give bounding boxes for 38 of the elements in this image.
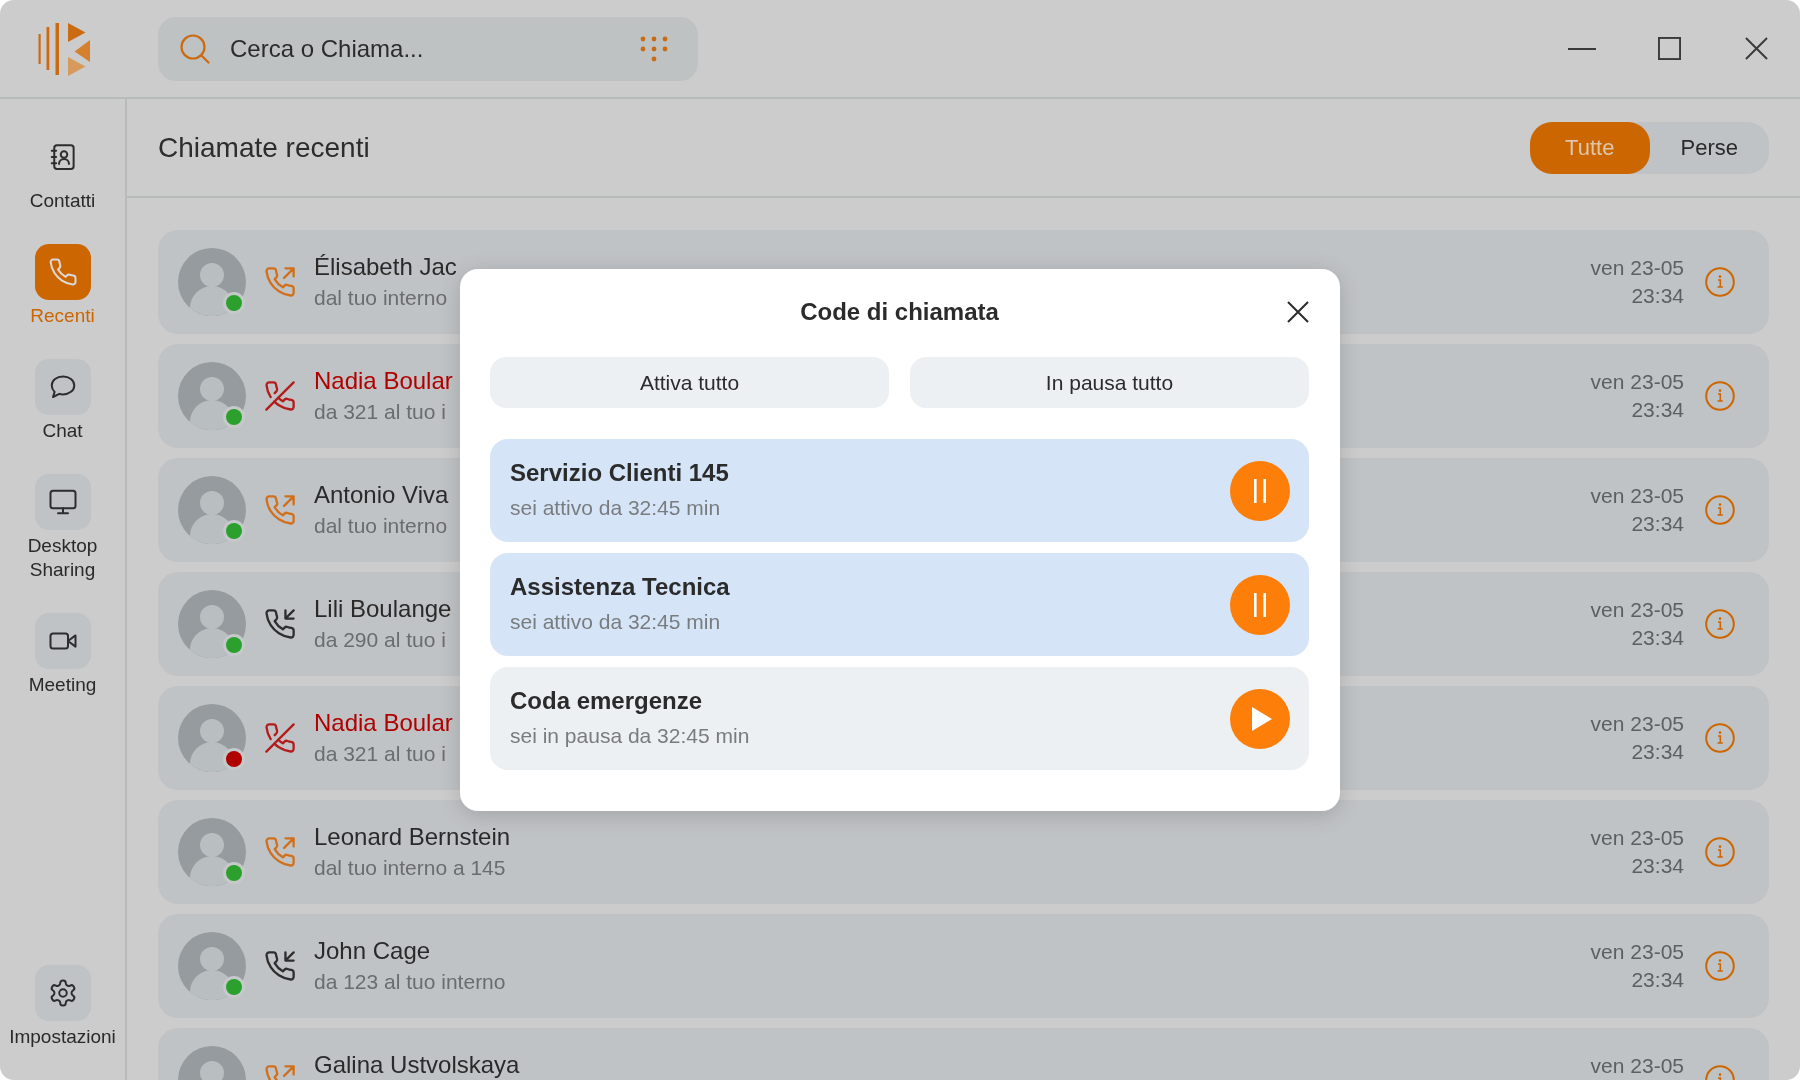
call-date: ven 23-05 (1590, 255, 1684, 281)
dialog-title: Code di chiamata (800, 297, 999, 327)
queue-status: sei attivo da 32:45 min (510, 495, 722, 521)
call-detail: dal tuo interno (314, 285, 448, 311)
page-title: Chiamate recenti (158, 131, 370, 164)
call-detail: da 321 al tuo i (314, 741, 446, 767)
contact-name: Lili Boulange (314, 594, 452, 624)
queue-status: sei attivo da 32:45 min (510, 609, 722, 635)
contact-name: Leonard Bernstein (314, 822, 511, 852)
call-date: ven 23-05 (1590, 369, 1684, 395)
call-time: 23:34 (1631, 397, 1684, 423)
call-time: 23:34 (1631, 853, 1684, 879)
call-detail: da 290 al tuo i (314, 627, 446, 653)
call-time: 23:34 (1631, 739, 1684, 765)
queue-name: Coda emergenze (510, 686, 704, 716)
call-detail: dal tuo interno (314, 513, 448, 539)
call-date: ven 23-05 (1590, 1053, 1684, 1079)
contact-name: John Cage (314, 936, 431, 966)
call-date: ven 23-05 (1590, 483, 1684, 509)
contact-name: Galina Ustvolskaya (314, 1050, 520, 1080)
call-date: ven 23-05 (1590, 711, 1684, 737)
contact-name: Nadia Boular (314, 708, 453, 738)
contact-name: Élisabeth Jac (314, 252, 457, 282)
queue-name: Assistenza Tecnica (510, 572, 731, 602)
call-time: 23:34 (1631, 967, 1684, 993)
contact-name: Antonio Viva (314, 480, 449, 510)
call-detail: da 321 al tuo i (314, 399, 446, 425)
queue-name: Servizio Clienti 145 (510, 458, 730, 488)
contact-name: Nadia Boular (314, 366, 453, 396)
call-time: 23:34 (1631, 283, 1684, 309)
call-date: ven 23-05 (1590, 939, 1684, 965)
call-date: ven 23-05 (1590, 597, 1684, 623)
queue-status: sei in pausa da 32:45 min (510, 723, 751, 749)
call-date: ven 23-05 (1590, 825, 1684, 851)
call-detail: da 123 al tuo interno (314, 969, 506, 995)
call-time: 23:34 (1631, 625, 1684, 651)
call-time: 23:34 (1631, 511, 1684, 537)
call-detail: dal tuo interno a 145 (314, 855, 506, 881)
